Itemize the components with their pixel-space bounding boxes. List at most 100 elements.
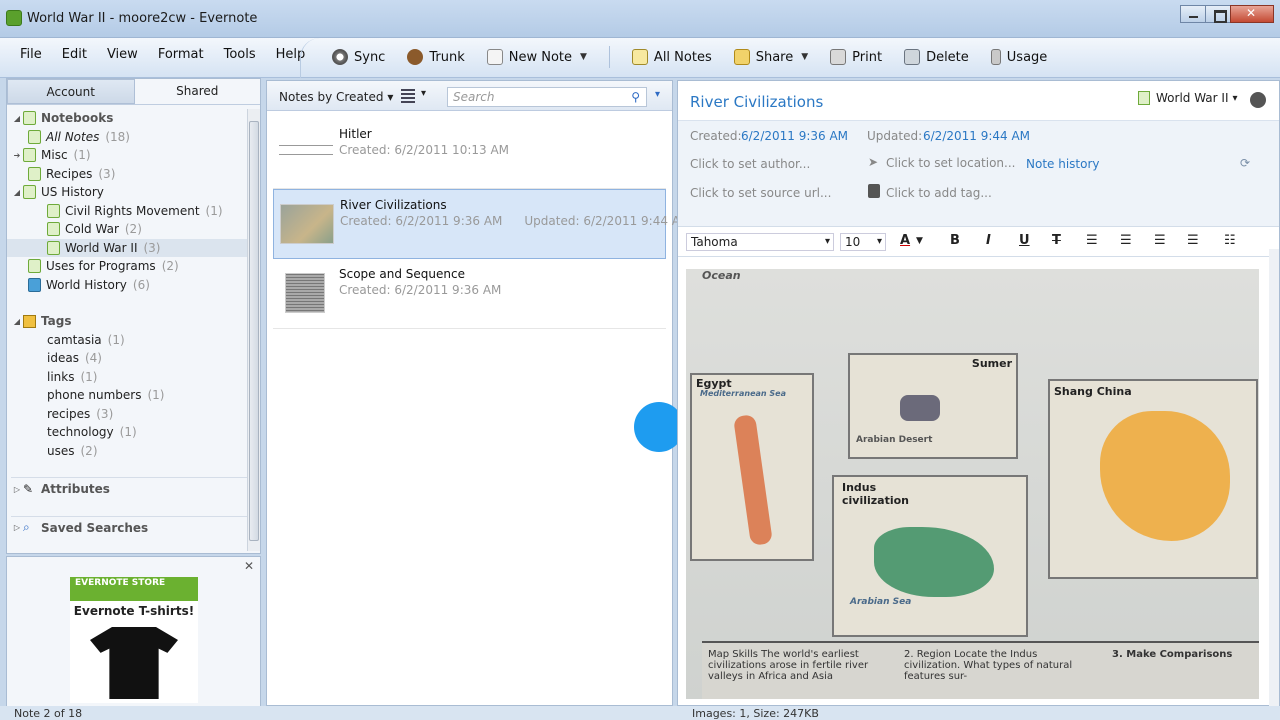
label: World War II — [65, 240, 138, 255]
sidebar-item-us-history[interactable]: ◢ US History — [7, 183, 260, 202]
sidebar-item-recipes[interactable]: Recipes (3) — [7, 165, 260, 184]
trunk-button[interactable]: Trunk — [407, 49, 465, 65]
editor-scrollbar[interactable] — [1269, 249, 1279, 707]
map-label: Arabian Desert — [856, 435, 933, 445]
usage-button[interactable]: Usage — [990, 49, 1047, 65]
print-button[interactable]: Print — [830, 49, 882, 65]
chevron-down-icon[interactable]: ▼ — [916, 236, 923, 246]
justify-icon[interactable]: ☰ — [1187, 233, 1199, 248]
sidebar-item-uses-for-programs[interactable]: Uses for Programs (2) — [7, 257, 260, 276]
search-icon[interactable]: ⚲ — [631, 90, 640, 104]
attributes-header[interactable]: ▷ ✎ Attributes — [7, 480, 260, 499]
collapse-icon[interactable]: ◢ — [11, 317, 23, 326]
sidebar-item-world-history[interactable]: World History (6) — [7, 276, 260, 295]
bullet-list-icon[interactable]: ☷ — [1224, 233, 1236, 248]
align-left-icon[interactable]: ☰ — [1086, 233, 1098, 248]
tag-item[interactable]: technology (1) — [7, 423, 260, 442]
align-center-icon[interactable]: ☰ — [1120, 233, 1132, 248]
font-size-select[interactable]: 10 — [840, 233, 886, 251]
ad-text[interactable]: Evernote T-shirts! — [70, 601, 198, 621]
close-ad-icon[interactable]: ✕ — [244, 559, 254, 573]
sidebar-item-cold-war[interactable]: Cold War (2) — [7, 220, 260, 239]
globe-icon[interactable] — [1250, 92, 1266, 108]
label: links — [47, 369, 75, 384]
all-notes-button[interactable]: All Notes — [631, 49, 712, 65]
tag-item[interactable]: uses (2) — [7, 442, 260, 461]
strikethrough-button[interactable]: T — [1052, 233, 1061, 248]
expand-icon[interactable]: ▷ — [11, 485, 23, 494]
note-title: Scope and Sequence — [339, 267, 465, 281]
tshirt-image[interactable] — [70, 621, 198, 703]
menu-format[interactable]: Format — [148, 47, 214, 63]
tag-icon — [23, 314, 36, 328]
chevron-down-icon[interactable]: ▾ — [655, 89, 660, 100]
align-right-icon[interactable]: ☰ — [1154, 233, 1166, 248]
notebook-label: World War II — [1156, 91, 1229, 105]
list-item[interactable]: Scope and Sequence Created: 6/2/2011 9:3… — [273, 259, 666, 329]
notebooks-header[interactable]: ◢ Notebooks — [7, 109, 260, 128]
ad-banner[interactable]: EVERNOTE STORE — [70, 577, 198, 601]
saved-searches-header[interactable]: ▷ ⌕ Saved Searches — [7, 519, 260, 538]
menu-view[interactable]: View — [97, 47, 148, 63]
tags-header[interactable]: ◢ Tags — [7, 312, 260, 331]
chevron-down-icon[interactable]: ▼ — [580, 52, 587, 62]
expand-icon[interactable]: ▷ — [11, 523, 23, 532]
bold-button[interactable]: B — [950, 233, 960, 248]
italic-button[interactable]: I — [986, 233, 991, 248]
chevron-down-icon[interactable]: ▾ — [1232, 93, 1237, 104]
notebook-selector[interactable]: World War II ▾ — [1138, 91, 1238, 105]
menu-tools[interactable]: Tools — [214, 47, 266, 63]
chevron-down-icon[interactable]: ▼ — [801, 52, 808, 62]
arrow-right-icon[interactable]: ➔ — [11, 151, 23, 160]
tag-item[interactable]: phone numbers (1) — [7, 386, 260, 405]
tag-item[interactable]: recipes (3) — [7, 405, 260, 424]
count: (3) — [143, 240, 161, 255]
sidebar-item-civil-rights[interactable]: Civil Rights Movement (1) — [7, 202, 260, 221]
maximize-button[interactable] — [1205, 5, 1231, 23]
scroll-thumb[interactable] — [249, 121, 259, 541]
sidebar-item-misc[interactable]: ➔ Misc (1) — [7, 146, 260, 165]
note-meta: Created: 6/2/2011 9:36 AM Updated: 6/2/20… — [340, 214, 690, 228]
tag-item[interactable]: camtasia (1) — [7, 331, 260, 350]
collapse-icon[interactable]: ◢ — [11, 188, 23, 197]
collapse-icon[interactable]: ◢ — [11, 114, 23, 123]
new-note-button[interactable]: New Note ▼ — [486, 49, 587, 65]
underline-button[interactable]: U — [1019, 233, 1030, 248]
sync-button[interactable]: Sync — [332, 49, 385, 65]
sidebar-item-all-notes[interactable]: All Notes (18) — [7, 128, 260, 147]
notebook-icon — [1138, 91, 1150, 105]
list-item[interactable]: River Civilizations Created: 6/2/2011 9:… — [273, 189, 690, 259]
new-note-label: New Note — [508, 49, 572, 65]
author-field[interactable]: Click to set author... — [690, 157, 810, 171]
source-url-field[interactable]: Click to set source url... — [690, 186, 831, 200]
font-family-select[interactable]: Tahoma — [686, 233, 834, 251]
nile-region — [733, 414, 773, 546]
refresh-icon[interactable]: ⟳ — [1240, 156, 1250, 170]
font-color-button[interactable]: A — [900, 233, 910, 248]
note-image-map[interactable]: Ocean Egypt Mediterranean Sea Sumer Arab… — [686, 269, 1259, 699]
tag-item[interactable]: ideas (4) — [7, 349, 260, 368]
tab-shared[interactable]: Shared — [135, 79, 261, 104]
note-title-field[interactable]: River Civilizations — [690, 93, 823, 111]
share-button[interactable]: Share ▼ — [733, 49, 808, 65]
left-scrollbar[interactable] — [247, 109, 260, 551]
menu-file[interactable]: File — [10, 47, 52, 63]
menu-edit[interactable]: Edit — [52, 47, 97, 63]
map-label: Mediterranean Sea — [700, 389, 786, 398]
sidebar-item-world-war-ii[interactable]: World War II (3) — [7, 238, 260, 257]
list-item[interactable]: Hitler Created: 6/2/2011 10:13 AM — [273, 119, 666, 189]
sort-dropdown[interactable]: Notes by Created ▾ — [279, 90, 393, 104]
minimize-button[interactable] — [1180, 5, 1206, 23]
tab-account[interactable]: Account — [7, 79, 135, 104]
location-field[interactable]: Click to set location... — [886, 156, 1015, 170]
search-input[interactable]: Search ⚲ — [447, 87, 647, 107]
delete-button[interactable]: Delete — [904, 49, 969, 65]
updated-value[interactable]: 6/2/2011 9:44 AM — [923, 129, 1030, 143]
tag-item[interactable]: links (1) — [7, 368, 260, 387]
created-value[interactable]: 6/2/2011 9:36 AM — [741, 129, 848, 143]
close-button[interactable] — [1230, 5, 1274, 23]
notebooks-header-label: Notebooks — [41, 111, 114, 126]
view-options-icon[interactable] — [401, 88, 431, 103]
note-history-link[interactable]: Note history — [1026, 157, 1100, 171]
tag-field[interactable]: Click to add tag... — [886, 186, 992, 200]
